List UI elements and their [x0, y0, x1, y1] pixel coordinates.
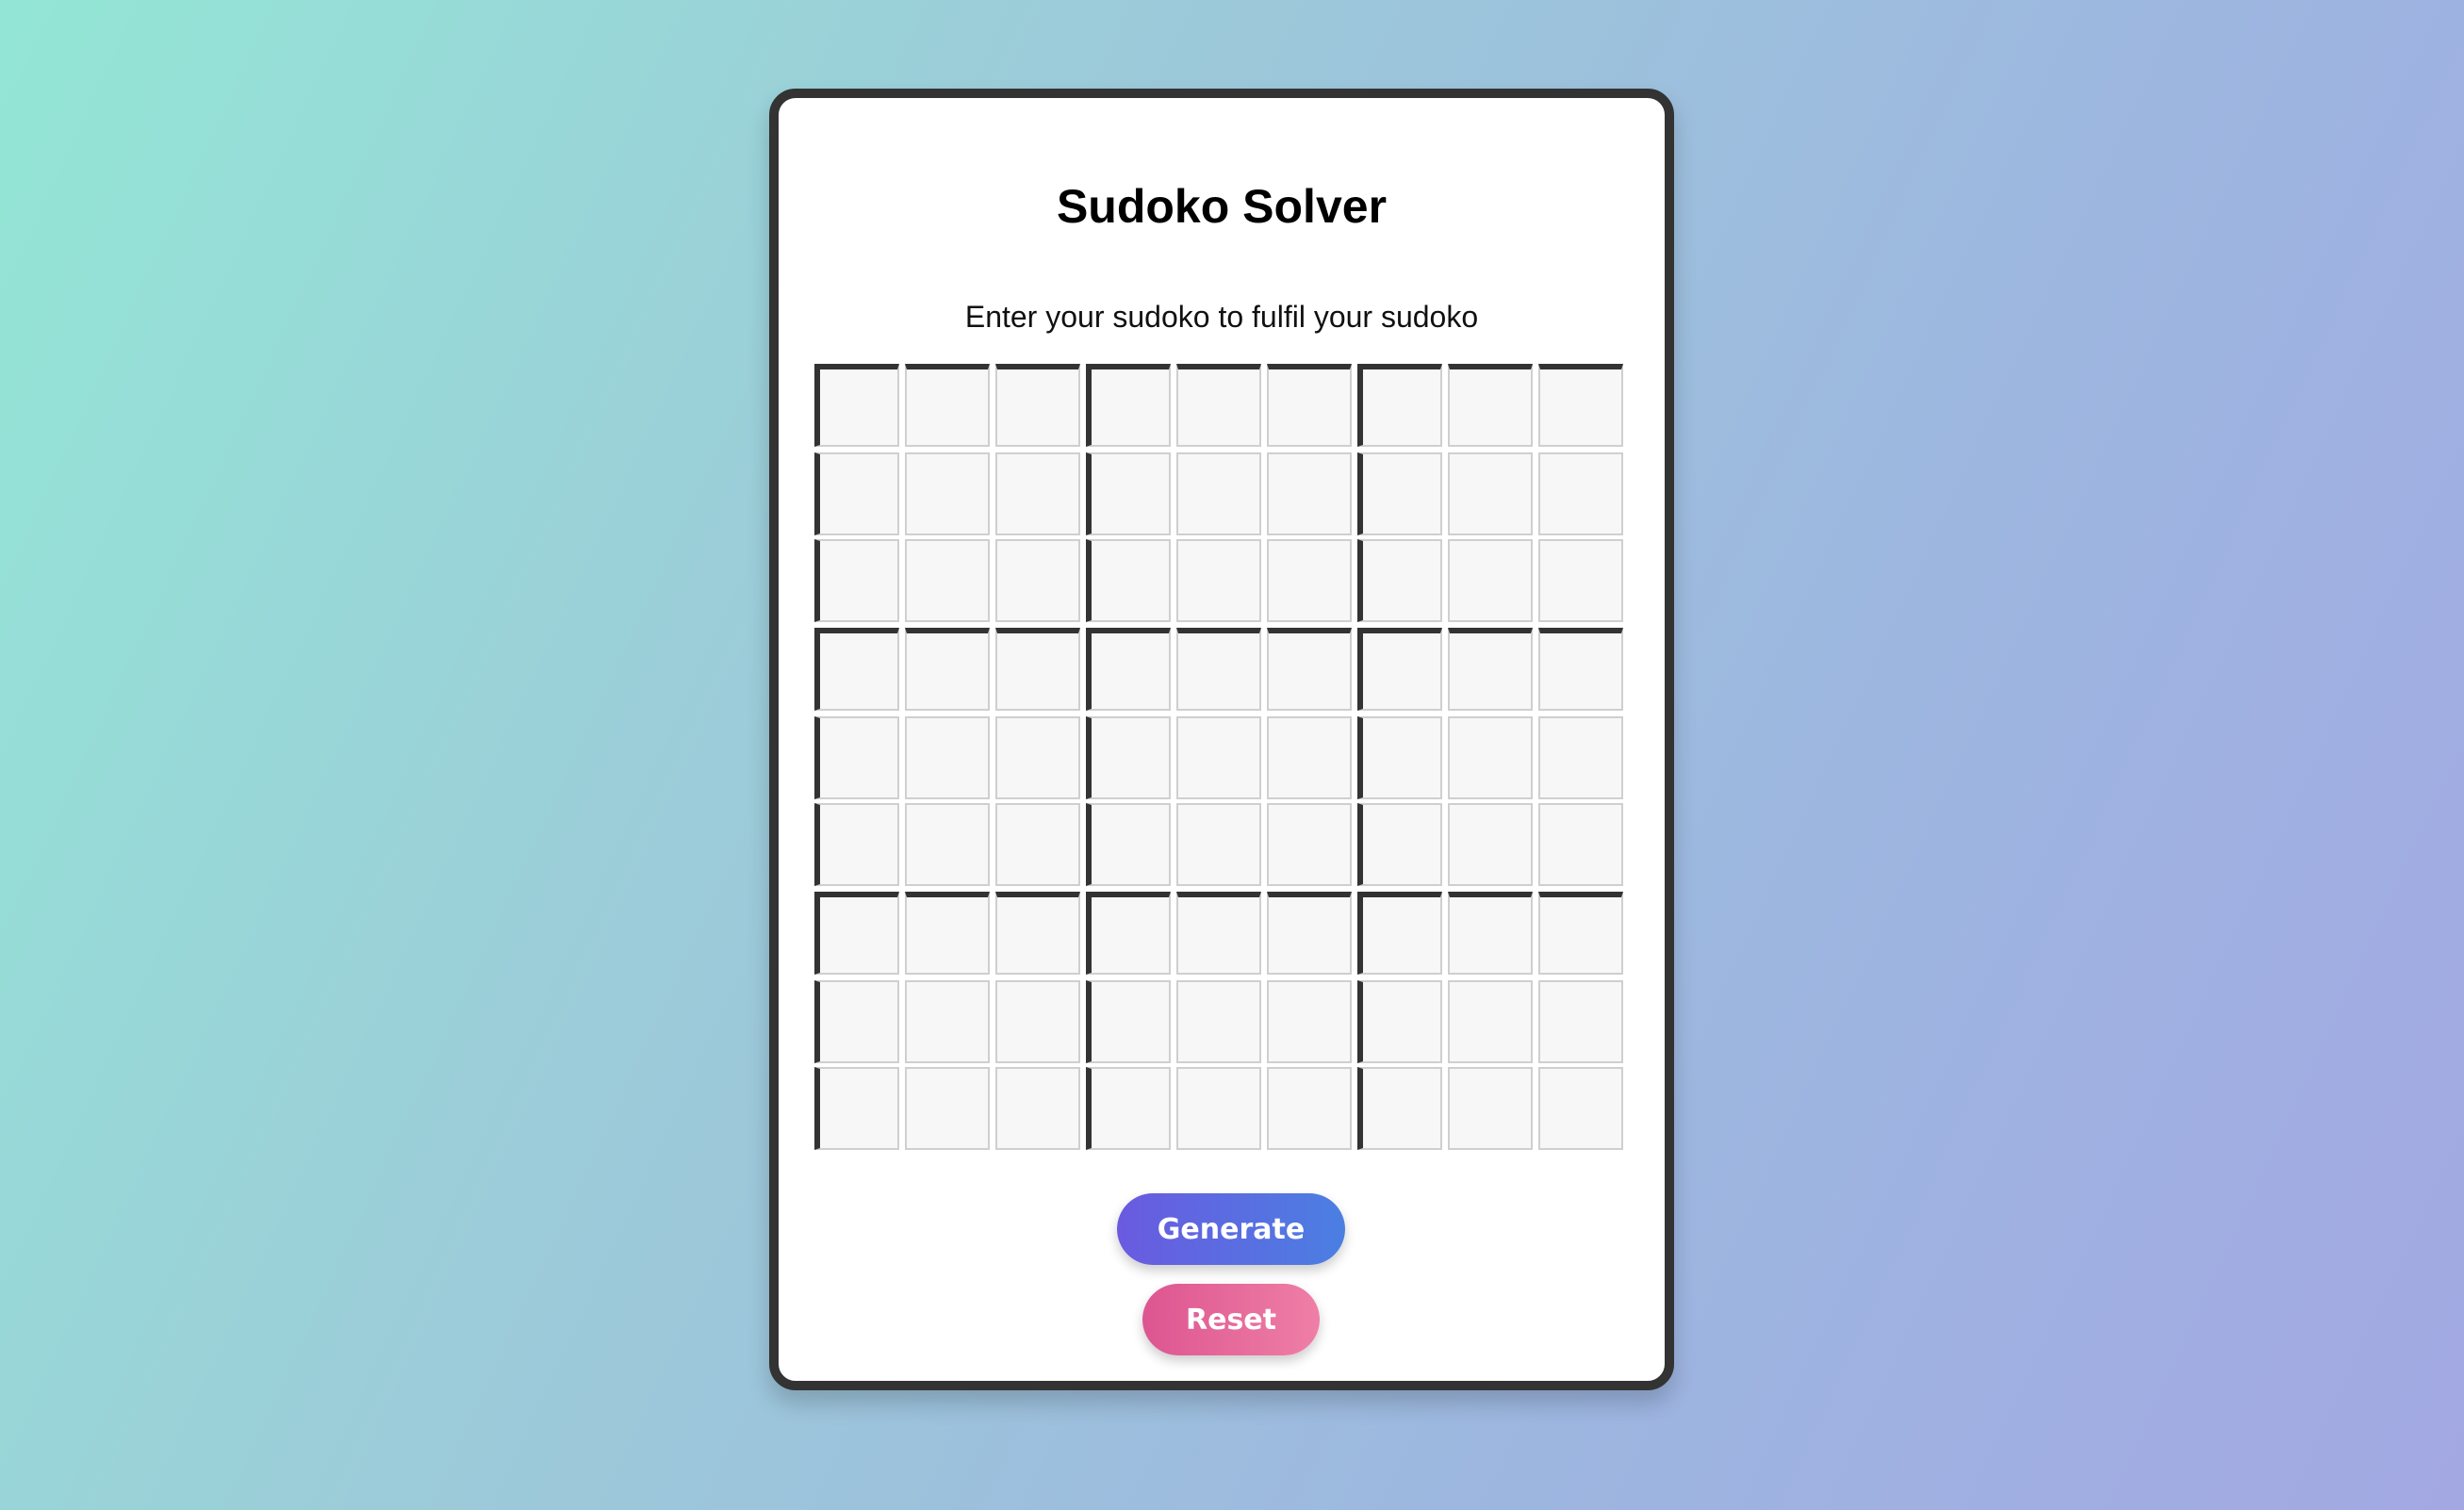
sudoku-cell-r3-c6[interactable]: [1267, 539, 1352, 622]
sudoku-cell-r7-c7[interactable]: [1357, 892, 1442, 975]
sudoku-cell-r9-c5[interactable]: [1176, 1067, 1261, 1150]
sudoku-cell-r9-c2[interactable]: [905, 1067, 990, 1150]
sudoku-cell-r7-c5[interactable]: [1176, 892, 1261, 975]
sudoku-cell-r3-c9[interactable]: [1538, 539, 1623, 622]
sudoku-cell-r7-c3[interactable]: [995, 892, 1080, 975]
sudoku-cell-r8-c1[interactable]: [814, 980, 899, 1063]
sudoku-cell-r6-c7[interactable]: [1357, 803, 1442, 886]
sudoku-cell-r9-c8[interactable]: [1448, 1067, 1533, 1150]
sudoku-cell-r3-c5[interactable]: [1176, 539, 1261, 622]
sudoku-cell-r4-c6[interactable]: [1267, 628, 1352, 711]
sudoku-cell-r2-c2[interactable]: [905, 452, 990, 535]
sudoku-cell-r4-c4[interactable]: [1086, 628, 1171, 711]
sudoku-cell-r6-c9[interactable]: [1538, 803, 1623, 886]
sudoku-cell-r1-c6[interactable]: [1267, 364, 1352, 447]
sudoku-grid: [814, 364, 1629, 1156]
sudoku-cell-r6-c1[interactable]: [814, 803, 899, 886]
sudoku-cell-r6-c5[interactable]: [1176, 803, 1261, 886]
sudoku-cell-r7-c2[interactable]: [905, 892, 990, 975]
sudoku-cell-r2-c3[interactable]: [995, 452, 1080, 535]
sudoku-cell-r7-c4[interactable]: [1086, 892, 1171, 975]
sudoku-cell-r1-c3[interactable]: [995, 364, 1080, 447]
sudoku-cell-r2-c4[interactable]: [1086, 452, 1171, 535]
reset-button[interactable]: Reset: [1142, 1284, 1320, 1355]
sudoku-cell-r9-c3[interactable]: [995, 1067, 1080, 1150]
sudoku-cell-r8-c3[interactable]: [995, 980, 1080, 1063]
sudoku-cell-r8-c5[interactable]: [1176, 980, 1261, 1063]
sudoku-cell-r7-c8[interactable]: [1448, 892, 1533, 975]
sudoku-cell-r6-c2[interactable]: [905, 803, 990, 886]
sudoku-cell-r9-c7[interactable]: [1357, 1067, 1442, 1150]
sudoku-cell-r9-c9[interactable]: [1538, 1067, 1623, 1150]
sudoku-cell-r2-c6[interactable]: [1267, 452, 1352, 535]
sudoku-cell-r8-c2[interactable]: [905, 980, 990, 1063]
sudoku-cell-r9-c6[interactable]: [1267, 1067, 1352, 1150]
page-title: Sudoko Solver: [1056, 180, 1388, 233]
sudoku-cell-r1-c1[interactable]: [814, 364, 899, 447]
sudoku-cell-r5-c6[interactable]: [1267, 716, 1352, 799]
sudoku-card: Sudoko Solver Enter your sudoko to fulfi…: [769, 89, 1674, 1390]
sudoku-cell-r5-c2[interactable]: [905, 716, 990, 799]
sudoku-cell-r8-c4[interactable]: [1086, 980, 1171, 1063]
sudoku-cell-r9-c1[interactable]: [814, 1067, 899, 1150]
sudoku-cell-r5-c8[interactable]: [1448, 716, 1533, 799]
sudoku-cell-r1-c2[interactable]: [905, 364, 990, 447]
sudoku-cell-r4-c8[interactable]: [1448, 628, 1533, 711]
generate-button[interactable]: Generate: [1117, 1193, 1345, 1265]
sudoku-cell-r5-c4[interactable]: [1086, 716, 1171, 799]
sudoku-cell-r7-c1[interactable]: [814, 892, 899, 975]
sudoku-cell-r3-c8[interactable]: [1448, 539, 1533, 622]
sudoku-cell-r7-c6[interactable]: [1267, 892, 1352, 975]
sudoku-cell-r1-c4[interactable]: [1086, 364, 1171, 447]
sudoku-cell-r4-c9[interactable]: [1538, 628, 1623, 711]
sudoku-cell-r1-c7[interactable]: [1357, 364, 1442, 447]
sudoku-cell-r3-c2[interactable]: [905, 539, 990, 622]
sudoku-cell-r4-c3[interactable]: [995, 628, 1080, 711]
sudoku-cell-r3-c4[interactable]: [1086, 539, 1171, 622]
sudoku-cell-r8-c7[interactable]: [1357, 980, 1442, 1063]
sudoku-cell-r3-c3[interactable]: [995, 539, 1080, 622]
sudoku-cell-r2-c5[interactable]: [1176, 452, 1261, 535]
sudoku-cell-r5-c9[interactable]: [1538, 716, 1623, 799]
sudoku-cell-r4-c2[interactable]: [905, 628, 990, 711]
sudoku-cell-r6-c3[interactable]: [995, 803, 1080, 886]
sudoku-cell-r4-c5[interactable]: [1176, 628, 1261, 711]
sudoku-cell-r4-c1[interactable]: [814, 628, 899, 711]
sudoku-cell-r8-c8[interactable]: [1448, 980, 1533, 1063]
sudoku-cell-r8-c9[interactable]: [1538, 980, 1623, 1063]
sudoku-cell-r2-c8[interactable]: [1448, 452, 1533, 535]
sudoku-cell-r9-c4[interactable]: [1086, 1067, 1171, 1150]
sudoku-cell-r7-c9[interactable]: [1538, 892, 1623, 975]
sudoku-cell-r8-c6[interactable]: [1267, 980, 1352, 1063]
sudoku-cell-r1-c9[interactable]: [1538, 364, 1623, 447]
instructions-text: Enter your sudoko to fulfil your sudoko: [964, 300, 1479, 334]
sudoku-cell-r4-c7[interactable]: [1357, 628, 1442, 711]
sudoku-cell-r3-c1[interactable]: [814, 539, 899, 622]
sudoku-cell-r5-c5[interactable]: [1176, 716, 1261, 799]
sudoku-cell-r6-c4[interactable]: [1086, 803, 1171, 886]
sudoku-cell-r5-c3[interactable]: [995, 716, 1080, 799]
sudoku-cell-r2-c9[interactable]: [1538, 452, 1623, 535]
sudoku-cell-r2-c7[interactable]: [1357, 452, 1442, 535]
sudoku-cell-r3-c7[interactable]: [1357, 539, 1442, 622]
sudoku-cell-r1-c5[interactable]: [1176, 364, 1261, 447]
sudoku-cell-r2-c1[interactable]: [814, 452, 899, 535]
sudoku-cell-r5-c1[interactable]: [814, 716, 899, 799]
sudoku-cell-r6-c8[interactable]: [1448, 803, 1533, 886]
sudoku-cell-r5-c7[interactable]: [1357, 716, 1442, 799]
sudoku-cell-r1-c8[interactable]: [1448, 364, 1533, 447]
sudoku-cell-r6-c6[interactable]: [1267, 803, 1352, 886]
